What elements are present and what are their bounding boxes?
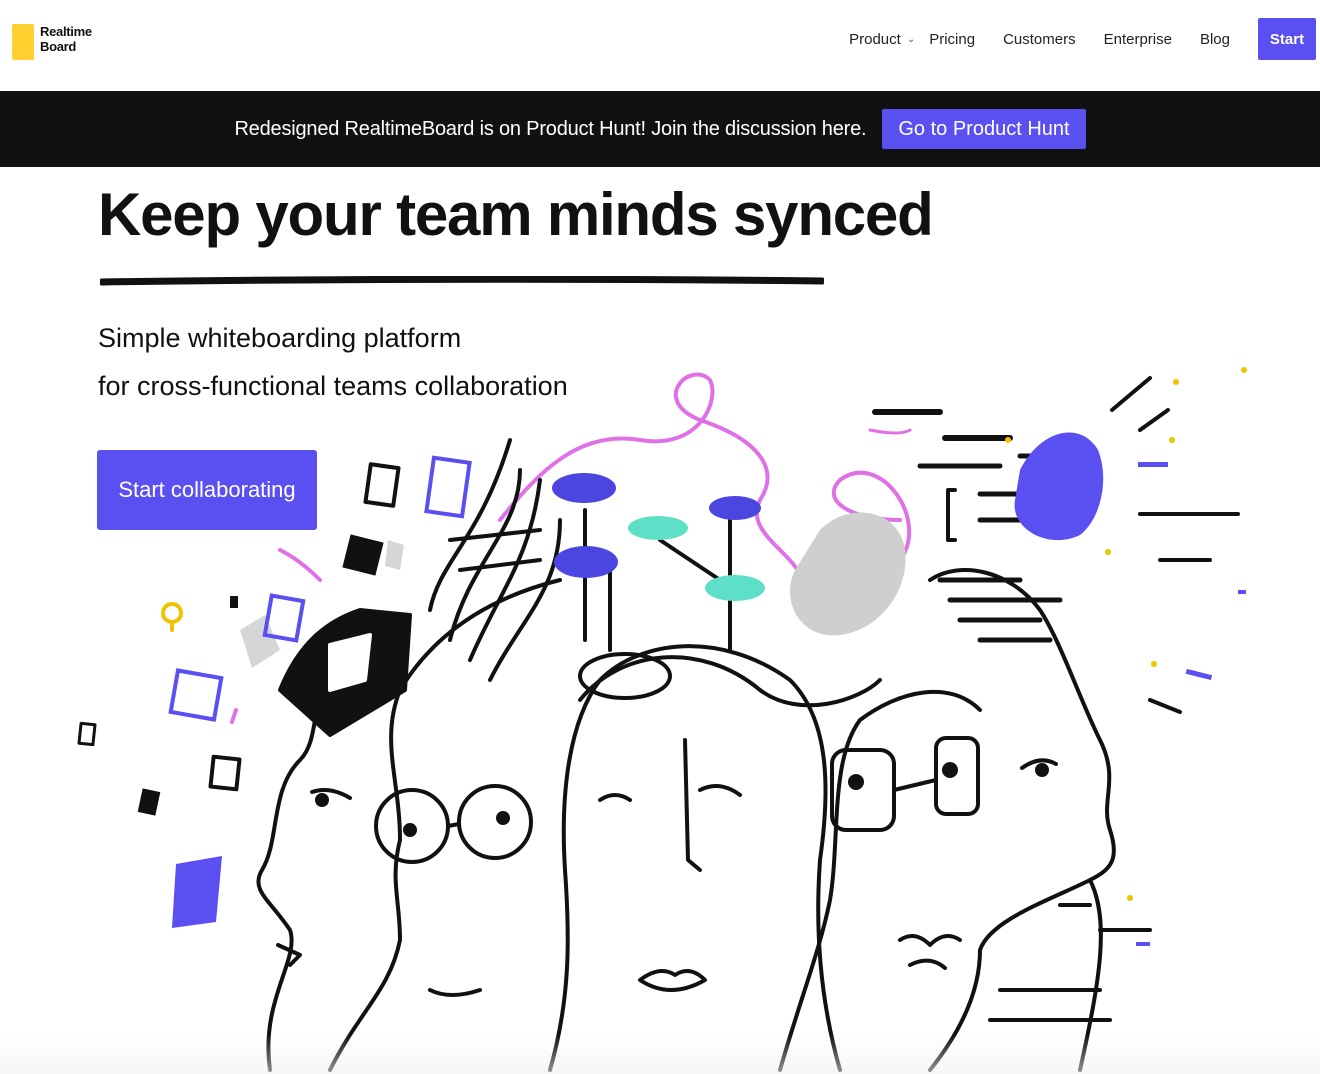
hero-title: Keep your team minds synced xyxy=(98,181,934,248)
nav-item-blog[interactable]: Blog xyxy=(1200,31,1230,48)
chevron-down-icon: ⌄ xyxy=(906,33,916,45)
nav-item-product[interactable]: Product ⌄ xyxy=(849,31,915,48)
nav-item-customers[interactable]: Customers xyxy=(1003,31,1076,48)
hero-subtitle-line-1: Simple whiteboarding platform xyxy=(98,323,462,353)
nav-item-pricing[interactable]: Pricing xyxy=(929,31,975,48)
banner-text: Redesigned RealtimeBoard is on Product H… xyxy=(234,117,867,140)
logo-line-1: Realtime xyxy=(40,24,92,39)
realtimeboard-logo[interactable]: Realtime Board xyxy=(12,24,92,60)
nav-item-enterprise[interactable]: Enterprise xyxy=(1104,31,1172,48)
go-to-product-hunt-button[interactable]: Go to Product Hunt xyxy=(882,109,1086,149)
product-hunt-banner: Redesigned RealtimeBoard is on Product H… xyxy=(0,91,1320,167)
site-header: Realtime Board Product ⌄ Pricing Custome… xyxy=(0,0,1320,90)
nav-item-product-label: Product xyxy=(849,30,901,48)
start-button[interactable]: Start xyxy=(1258,18,1316,60)
logo-text: Realtime Board xyxy=(40,24,92,54)
logo-line-2: Board xyxy=(40,39,77,54)
team-faces-illustration xyxy=(77,367,1247,1072)
main-nav: Product ⌄ Pricing Customers Enterprise B… xyxy=(849,18,1316,60)
title-underline xyxy=(100,276,824,286)
bottom-fade xyxy=(0,1034,1320,1074)
logo-mark-icon xyxy=(12,24,34,60)
